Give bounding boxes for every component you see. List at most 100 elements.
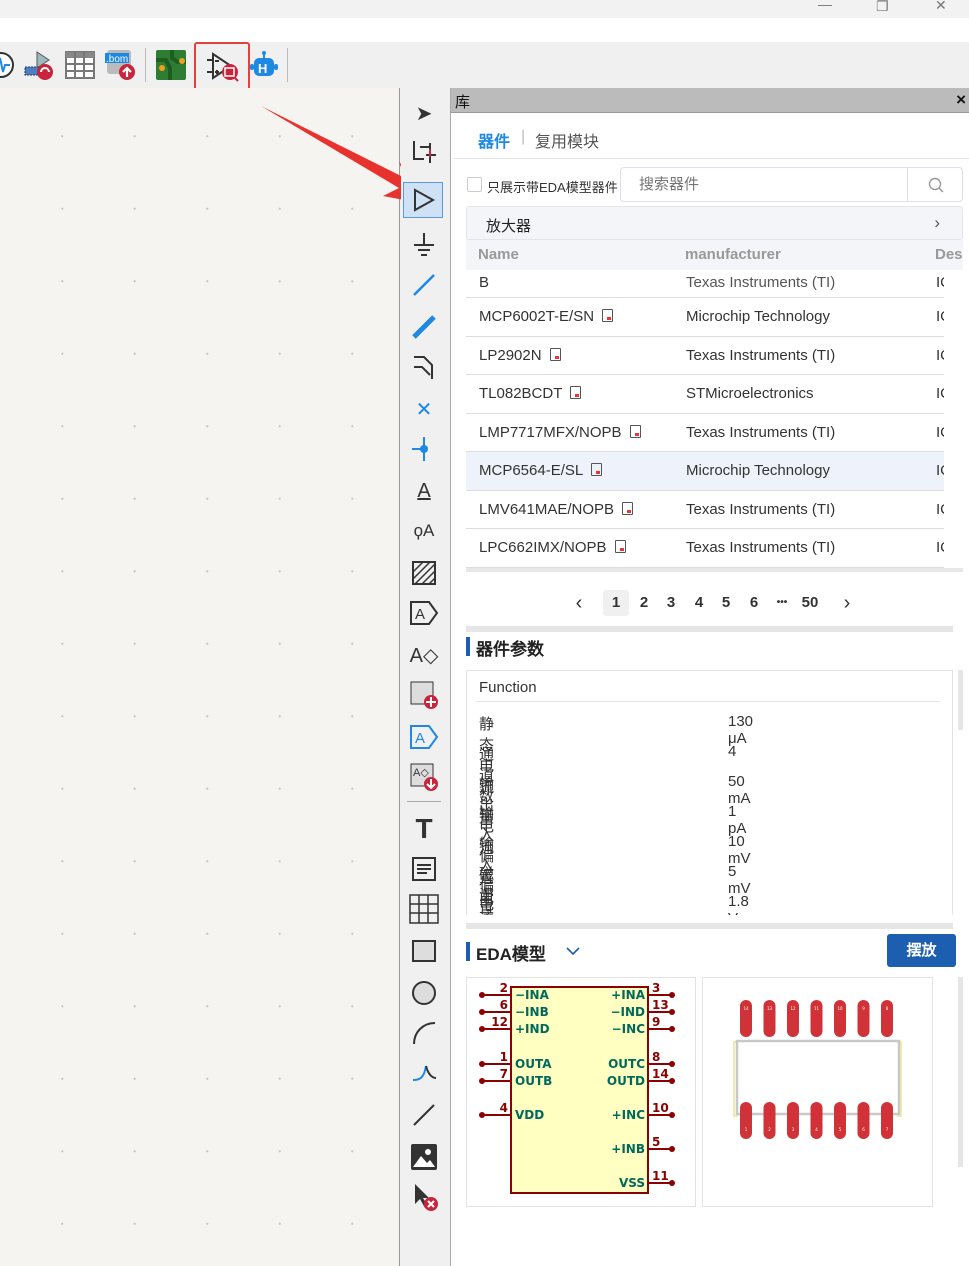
pad-number: 10	[837, 1006, 843, 1011]
column-name[interactable]: Name	[478, 246, 519, 263]
page-4[interactable]: 4	[686, 590, 712, 616]
restore-button[interactable]: ❐	[876, 0, 889, 15]
line-tool[interactable]	[407, 1098, 441, 1132]
tab-components[interactable]: 器件	[478, 128, 510, 152]
table-row[interactable]: B Texas Instruments (TI) IC	[466, 270, 944, 298]
add-symbol-tool[interactable]	[403, 182, 443, 218]
text-tool[interactable]: T	[407, 812, 441, 846]
param-value: 1 pA	[728, 803, 747, 837]
page-1[interactable]: 1	[603, 590, 629, 616]
datasheet-icon[interactable]	[591, 463, 603, 476]
schematic-canvas[interactable]	[0, 88, 400, 1266]
simulator-button[interactable]	[0, 48, 18, 82]
select-tool[interactable]: ➤	[407, 96, 441, 130]
directive-label-tool[interactable]: A	[407, 720, 441, 754]
bezier-tool[interactable]	[407, 1056, 441, 1090]
search-input[interactable]	[621, 168, 907, 201]
pin-dot	[669, 1061, 675, 1067]
table-row[interactable]: LMV641MAE/NOPB Texas Instruments (TI) IC…	[466, 491, 944, 529]
footprint-drawing: 14 13 12 11 10 9 81 2 3 4 5 6 7	[733, 1000, 902, 1139]
table-row[interactable]: MCP6002T-E/SN Microchip Technology IC (	[466, 298, 944, 337]
pin-dot	[669, 1112, 675, 1118]
chevron-down-icon[interactable]	[566, 946, 580, 956]
table-row[interactable]: MCP6564-E/SL Microchip Technology IC (	[466, 452, 944, 491]
no-connect-x-icon: ✕	[415, 398, 433, 421]
fields-table-button[interactable]	[63, 48, 97, 82]
hierarchical-label-tool[interactable]: A	[407, 596, 441, 630]
rectangle-tool[interactable]	[407, 934, 441, 968]
row-manufacturer: Texas Instruments (TI)	[686, 500, 836, 518]
pad	[834, 1102, 846, 1139]
eda-only-checkbox[interactable]	[467, 177, 482, 192]
datasheet-icon[interactable]	[602, 309, 614, 322]
search-button[interactable]	[907, 168, 963, 201]
tab-reuse-modules[interactable]: 复用模块	[535, 128, 599, 152]
datasheet-icon[interactable]	[614, 540, 626, 553]
row-manufacturer: Texas Instruments (TI)	[686, 274, 836, 291]
params-scrollbar[interactable]	[958, 670, 963, 730]
pin-name: −INC	[612, 1022, 646, 1036]
footprint-preview[interactable]: 14 13 12 11 10 9 8 1 2 3 4 5 6 7	[702, 977, 933, 1207]
page-50[interactable]: 50	[797, 590, 823, 616]
page-5[interactable]: 5	[713, 590, 739, 616]
bom-export-button[interactable]: .bom	[103, 48, 137, 82]
datasheet-icon[interactable]	[570, 386, 582, 399]
annotate-icon	[24, 51, 53, 80]
table-row[interactable]: LMP7717MFX/NOPB Texas Instruments (TI) I…	[466, 414, 944, 452]
bom-export-icon: .bom	[105, 50, 135, 80]
sheet-pin-tool[interactable]: A◇	[407, 638, 441, 672]
image-tool[interactable]	[407, 1140, 441, 1174]
hierarchical-sheet-tool[interactable]	[407, 556, 441, 590]
pad-number: 5	[839, 1127, 842, 1132]
hier-label-icon: A	[410, 601, 439, 625]
close-button[interactable]: ✕	[935, 0, 947, 14]
textbox-tool[interactable]	[407, 852, 441, 886]
category-label: 放大器	[486, 218, 532, 235]
minimize-button[interactable]: —	[818, 0, 832, 12]
net-highlight-icon	[413, 141, 436, 163]
highlight-net-tool[interactable]	[407, 136, 441, 170]
arc-tool[interactable]	[407, 1016, 441, 1050]
category-selector[interactable]: 放大器 ›	[466, 206, 963, 240]
annotate-button[interactable]	[22, 48, 56, 82]
import-sheet-pin-tool[interactable]	[407, 678, 441, 712]
hq-assistant-button[interactable]: H	[247, 48, 281, 82]
pin-name: +INC	[612, 1108, 646, 1122]
param-value: 1.8 V, 5.5 V	[728, 893, 749, 915]
next-page-button[interactable]: ›	[834, 590, 860, 616]
column-manufacturer[interactable]: manufacturer	[685, 246, 781, 263]
symbol-preview[interactable]: 2 −INA 6 −INB 12 +IND 1 OUTA 7 OUTB 4 VDD 3 +INA 13 −IN…	[466, 977, 696, 1207]
add-power-tool[interactable]	[407, 228, 441, 262]
bus-entry-tool[interactable]	[407, 350, 441, 384]
page-ellipsis[interactable]: •••	[769, 590, 795, 616]
table-row[interactable]: LP2902N Texas Instruments (TI) IC (	[466, 337, 944, 375]
page-3[interactable]: 3	[658, 590, 684, 616]
place-button[interactable]: 摆放	[887, 934, 956, 967]
datasheet-icon[interactable]	[622, 501, 634, 515]
add-bus-tool[interactable]	[407, 310, 441, 344]
panel-close-button[interactable]: ×	[956, 90, 966, 110]
page-6[interactable]: 6	[741, 590, 767, 616]
pcb-editor-button[interactable]	[154, 48, 188, 82]
add-wire-tool[interactable]	[407, 268, 441, 302]
global-label-tool[interactable]: ϙA	[407, 514, 441, 548]
page-2[interactable]: 2	[631, 590, 657, 616]
table-row[interactable]: LPC662IMX/NOPB Texas Instruments (TI) IC…	[466, 529, 944, 568]
circle-tool[interactable]	[407, 976, 441, 1010]
datasheet-icon[interactable]	[629, 424, 641, 438]
junction-tool[interactable]	[407, 432, 441, 466]
eda-scrollbar[interactable]	[958, 977, 963, 1167]
no-connect-tool[interactable]: ✕	[407, 392, 441, 426]
net-label-tool[interactable]: A	[407, 474, 441, 508]
row-name: LPC662IMX/NOPB	[479, 539, 626, 556]
column-description[interactable]: Des	[935, 246, 963, 263]
prev-page-button[interactable]: ‹	[566, 590, 592, 616]
rule-area-tool[interactable]: A◇	[407, 760, 441, 794]
delete-tool[interactable]	[407, 1180, 441, 1214]
table-row[interactable]: TL082BCDT STMicroelectronics IC (	[466, 375, 944, 414]
table-tool[interactable]	[407, 892, 441, 926]
hq-library-button-highlight[interactable]	[194, 42, 250, 92]
datasheet-icon[interactable]	[549, 347, 561, 361]
table-scrollbar[interactable]	[466, 568, 963, 572]
simulator-icon	[0, 52, 14, 78]
